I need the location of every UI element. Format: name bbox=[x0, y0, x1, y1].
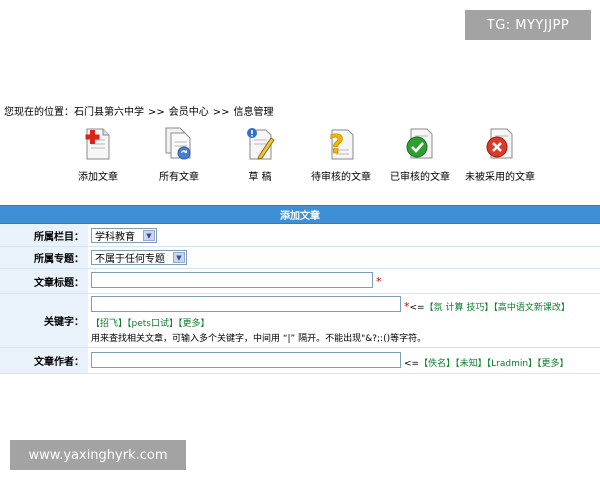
toolbar-pending[interactable]: ? 待审核的文章 bbox=[301, 126, 381, 183]
toolbar-rejected[interactable]: 未被采用的文章 bbox=[460, 126, 540, 183]
toolbar-draft[interactable]: 草 稿 bbox=[220, 126, 300, 183]
keyword-suggestions: *<=【氛 计算 技巧】【高中语文新课改】 bbox=[404, 300, 570, 313]
chevron-down-icon[interactable]: ▼ bbox=[143, 230, 155, 241]
topic-label: 所属专题： bbox=[0, 247, 88, 268]
row-title: 文章标题： * bbox=[0, 269, 600, 294]
pending-review-icon: ? bbox=[329, 129, 354, 160]
approved-icon bbox=[406, 128, 433, 159]
breadcrumb: 您现在的位置：石门县第六中学 >> 会员中心 >> 信息管理 bbox=[4, 103, 274, 118]
row-column: 所属栏目： 学科教育 ▼ bbox=[0, 224, 600, 247]
row-keywords: 关键字： *<=【氛 计算 技巧】【高中语文新课改】 【招飞】【pets口试】【… bbox=[0, 294, 600, 348]
title-required-mark: * bbox=[376, 275, 382, 288]
toolbar-all-articles-label: 所有文章 bbox=[159, 172, 199, 183]
author-input[interactable] bbox=[91, 352, 401, 368]
breadcrumb-separator: >> bbox=[212, 107, 230, 118]
form-header: 添加文章 bbox=[0, 205, 600, 224]
title-input[interactable] bbox=[91, 272, 373, 288]
keyword-suggestions-line2: 【招飞】【pets口试】【更多】 bbox=[91, 316, 210, 329]
toolbar-add-article[interactable]: 添加文章 bbox=[58, 126, 138, 183]
author-suggestion[interactable]: 【佚名】 bbox=[419, 359, 455, 369]
column-select-value: 学科教育 bbox=[95, 232, 135, 243]
keyword-suggestion[interactable]: 【氛 计算 技巧】 bbox=[425, 303, 494, 313]
author-arrow: <= bbox=[404, 359, 420, 369]
toolbar-pending-label: 待审核的文章 bbox=[311, 172, 371, 183]
rejected-icon bbox=[486, 128, 513, 159]
keyword-more-link[interactable]: 【更多】 bbox=[178, 319, 210, 329]
toolbar-draft-label: 草 稿 bbox=[248, 172, 272, 183]
keyword-suggestion[interactable]: 【高中语文新课改】 bbox=[493, 303, 570, 313]
breadcrumb-separator: >> bbox=[148, 107, 165, 118]
author-suggestion[interactable]: 【未知】 bbox=[455, 359, 487, 369]
keyword-suggestion[interactable]: 【招飞】 bbox=[91, 319, 127, 329]
toolbar-approved[interactable]: 已审核的文章 bbox=[380, 126, 460, 183]
author-more-link[interactable]: 【更多】 bbox=[537, 359, 569, 369]
toolbar: 添加文章 所有文章 草 稿 ? 待审核的文章 已审核的文章 未被采用的文章 bbox=[70, 126, 550, 188]
breadcrumb-item-member-center[interactable]: 会员中心 bbox=[169, 107, 209, 118]
draft-icon bbox=[247, 128, 275, 160]
author-suggestions: <=【佚名】【未知】【Lradmin】【更多】 bbox=[404, 356, 569, 369]
topic-select-value: 不属于任何专题 bbox=[95, 254, 165, 265]
keyword-input[interactable] bbox=[91, 296, 401, 312]
row-topic: 所属专题： 不属于任何专题 ▼ bbox=[0, 247, 600, 269]
add-article-icon bbox=[85, 128, 110, 160]
watermark-top: TG: MYYJJPP bbox=[465, 10, 591, 40]
column-select[interactable]: 学科教育 ▼ bbox=[91, 228, 157, 243]
author-suggestion[interactable]: 【Lradmin】 bbox=[487, 359, 537, 369]
keyword-arrow: <= bbox=[409, 303, 425, 313]
topic-select[interactable]: 不属于任何专题 ▼ bbox=[91, 250, 187, 265]
keyword-suggestion[interactable]: 【pets口试】 bbox=[127, 319, 178, 329]
keyword-hint: 用来查找相关文章，可输入多个关键字，中间用 “|” 隔开。不能出现"&?;:()… bbox=[91, 334, 427, 344]
chevron-down-icon[interactable]: ▼ bbox=[173, 252, 185, 263]
breadcrumb-item-school[interactable]: 石门县第六中学 bbox=[74, 107, 144, 118]
author-label: 文章作者： bbox=[0, 348, 88, 373]
all-articles-icon bbox=[165, 127, 191, 160]
row-author: 文章作者： <=【佚名】【未知】【Lradmin】【更多】 bbox=[0, 348, 600, 374]
toolbar-approved-label: 已审核的文章 bbox=[390, 172, 450, 183]
svg-text:?: ? bbox=[329, 130, 344, 160]
breadcrumb-prefix: 您现在的位置： bbox=[4, 107, 74, 118]
column-label: 所属栏目： bbox=[0, 224, 88, 246]
toolbar-add-article-label: 添加文章 bbox=[78, 172, 118, 183]
watermark-bottom: www.yaxinghyrk.com bbox=[10, 440, 186, 470]
toolbar-all-articles[interactable]: 所有文章 bbox=[139, 126, 219, 183]
toolbar-rejected-label: 未被采用的文章 bbox=[465, 172, 535, 183]
title-label: 文章标题： bbox=[0, 269, 88, 293]
keyword-label: 关键字： bbox=[0, 294, 88, 347]
breadcrumb-item-info-manage: 信息管理 bbox=[233, 107, 274, 118]
